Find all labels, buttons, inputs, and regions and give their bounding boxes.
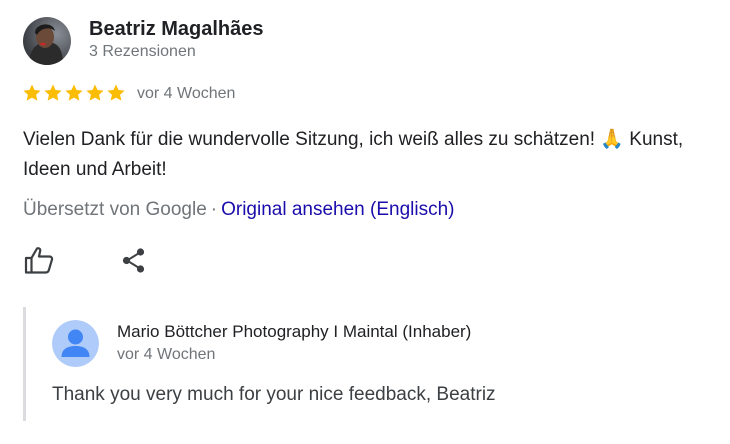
thumb-up-icon [24, 247, 54, 274]
star-rating [22, 83, 126, 103]
star-icon [64, 83, 84, 103]
owner-reply-time: vor 4 Wochen [117, 346, 216, 363]
view-original-link[interactable]: Original ansehen (Englisch) [221, 199, 454, 220]
translated-by-label: Übersetzt von Google [23, 199, 207, 220]
star-icon [85, 83, 105, 103]
owner-avatar[interactable] [52, 320, 99, 367]
separator-dot: · [210, 199, 218, 220]
owner-reply-text: Thank you very much for your nice feedba… [52, 384, 496, 405]
reviewer-avatar[interactable] [23, 17, 71, 65]
reviewer-avatar-image [23, 17, 71, 65]
review-time: vor 4 Wochen [137, 85, 236, 102]
like-button[interactable] [23, 245, 55, 275]
owner-name: Mario Böttcher Photography I Maintal (In… [117, 322, 472, 341]
share-button[interactable] [119, 246, 149, 276]
translation-line: Übersetzt von Google · Original ansehen (E… [23, 199, 455, 221]
default-profile-icon [52, 320, 99, 367]
star-icon [22, 83, 42, 103]
review-text: Vielen Dank für die wundervolle Sitzung,… [23, 129, 684, 180]
review-count[interactable]: 3 Rezensionen [89, 43, 196, 61]
share-icon [122, 248, 145, 273]
reviewer-name[interactable]: Beatriz Magalhães [89, 18, 264, 41]
star-icon [43, 83, 63, 103]
star-icon [106, 83, 126, 103]
owner-reply: Mario Böttcher Photography I Maintal (In… [23, 307, 716, 421]
